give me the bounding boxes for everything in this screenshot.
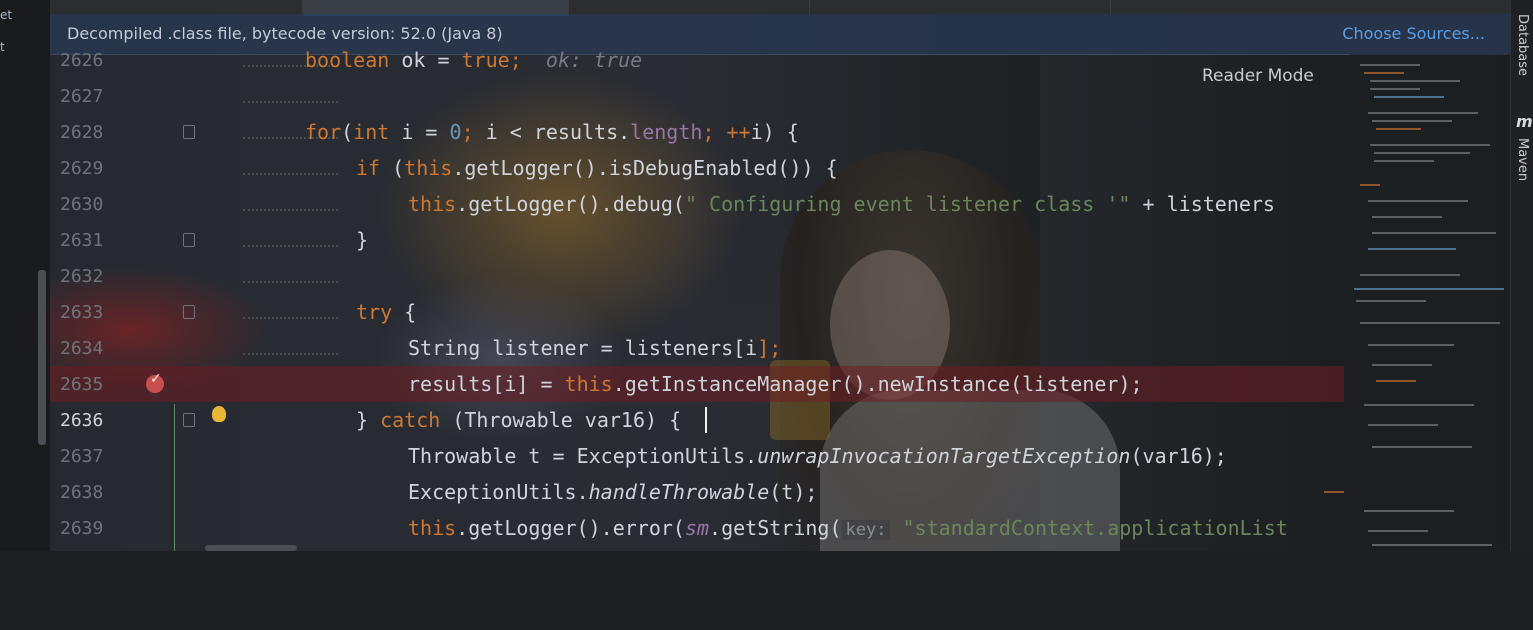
code-line-2630: this.getLogger().debug(" Configuring eve… <box>408 192 1275 216</box>
code-line-2629: if (this.getLogger().isDebugEnabled()) { <box>356 156 838 180</box>
editor-tabs <box>50 0 1511 16</box>
reader-mode-button[interactable]: Reader Mode <box>1202 66 1314 86</box>
choose-sources-link[interactable]: Choose Sources... <box>1342 24 1485 43</box>
line-number: 2639 <box>60 518 104 539</box>
line-number: 2635 <box>60 374 104 395</box>
line-number: 2629 <box>60 158 104 179</box>
line-number: 2627 <box>60 86 104 107</box>
code-line-2631: } <box>356 228 369 252</box>
code-line-2638: ExceptionUtils.handleThrowable(t); <box>408 480 818 504</box>
text-caret <box>705 407 707 433</box>
line-number: 2638 <box>60 482 104 503</box>
line-number: 2637 <box>60 446 104 467</box>
fold-marker-icon[interactable] <box>183 233 195 247</box>
code-line-2637: Throwable t = ExceptionUtils.unwrapInvoc… <box>408 444 1227 468</box>
maven-icon: m <box>1516 112 1533 131</box>
code-line-2628: for(int i = 0; i < results.length; ++i) … <box>305 120 799 144</box>
line-number: 2633 <box>60 302 104 323</box>
code-line-2635: results[i] = this.getInstanceManager().n… <box>408 372 1143 396</box>
line-number-current: 2636 <box>60 410 104 431</box>
fold-marker-icon[interactable] <box>183 305 195 319</box>
line-number: 2634 <box>60 338 104 359</box>
editor-tab[interactable] <box>50 0 303 14</box>
line-number: 2632 <box>60 266 104 287</box>
editor-tab[interactable] <box>569 0 810 14</box>
maven-tool-tab[interactable]: Maven <box>1515 138 1530 181</box>
scope-guide-line <box>174 404 175 551</box>
right-tool-window-bar: Database m Maven <box>1510 0 1533 551</box>
project-panel-edge: et t <box>0 0 50 551</box>
lightbulb-intention-icon[interactable] <box>212 406 226 422</box>
editor-gutter: 2626 2627 2628 2629 2630 2631 2632 2633 … <box>50 50 338 551</box>
database-tool-tab[interactable]: Database <box>1515 14 1530 76</box>
code-line-2636: } catch (Throwable var16) { <box>356 408 682 432</box>
line-number: 2628 <box>60 122 104 143</box>
parameter-name-hint: key: <box>841 520 891 540</box>
editor-tab[interactable] <box>1111 0 1511 14</box>
banner-message: Decompiled .class file, bytecode version… <box>67 24 503 43</box>
code-line-2639: this.getLogger().error(sm.getString(key:… <box>408 516 1288 540</box>
line-number: 2626 <box>60 50 104 71</box>
fold-marker-icon[interactable] <box>183 125 195 139</box>
line-number: 2630 <box>60 194 104 215</box>
code-line-2626: boolean ok = true; ok: true <box>305 48 643 72</box>
project-scrollbar[interactable] <box>38 270 46 445</box>
code-editor[interactable]: boolean ok = true; ok: true for(int i = … <box>305 48 1345 551</box>
line-number: 2631 <box>60 230 104 251</box>
project-tree-text: t <box>0 40 5 54</box>
inline-value-hint: ok: true <box>545 48 643 72</box>
project-tree-text: et <box>0 8 13 22</box>
fold-marker-icon[interactable] <box>183 413 195 427</box>
code-line-2634: String listener = listeners[i]; <box>408 336 782 360</box>
decompiled-banner: Decompiled .class file, bytecode version… <box>50 14 1510 55</box>
horizontal-scrollbar[interactable] <box>205 545 297 551</box>
code-minimap[interactable] <box>1324 54 1510 551</box>
editor-tab[interactable] <box>810 0 1111 14</box>
breakpoint-check-icon: ✓ <box>150 371 162 387</box>
code-line-2633: try { <box>356 300 417 324</box>
